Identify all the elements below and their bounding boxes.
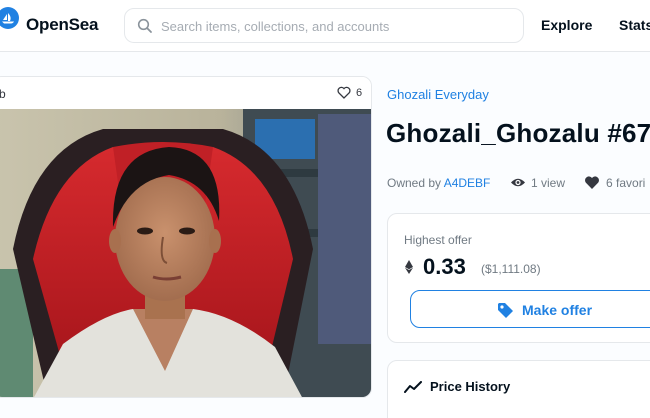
nav-explore[interactable]: Explore	[541, 17, 592, 33]
item-title: Ghozali_Ghozalu #679	[386, 118, 650, 148]
ethereum-icon	[405, 260, 413, 274]
offer-usd: ($1,111.08)	[481, 262, 541, 276]
price-history-panel[interactable]: Price History	[387, 360, 650, 418]
favorite-heart-icon[interactable]	[337, 86, 351, 99]
search-bar[interactable]: Search items, collections, and accounts	[124, 8, 524, 43]
make-offer-label: Make offer	[522, 302, 593, 318]
trend-line-icon	[404, 381, 422, 393]
nft-image	[0, 109, 371, 397]
brand-name[interactable]: OpenSea	[26, 15, 98, 35]
owner-link[interactable]: A4DEBF	[444, 176, 491, 190]
tag-icon	[498, 303, 513, 318]
collection-link[interactable]: Ghozali Everyday	[387, 87, 489, 102]
eye-icon	[511, 178, 525, 187]
media-card-header: b 6	[0, 77, 371, 109]
highest-offer-label: Highest offer	[404, 233, 472, 247]
offer-panel: Highest offer 0.33 ($1,111.08) Make offe…	[387, 213, 650, 343]
price-history-label: Price History	[430, 379, 511, 394]
owned-by-label: Owned by	[387, 176, 442, 190]
favorites-count: 6 favori	[606, 176, 646, 190]
chain-icon: b	[0, 87, 6, 101]
view-count: 1 view	[531, 176, 566, 190]
heart-icon	[585, 176, 599, 189]
page: OpenSea Search items, collections, and a…	[0, 0, 650, 418]
search-icon	[137, 18, 152, 33]
owner-line: Owned by A4DEBF	[387, 176, 490, 190]
opensea-logo-icon[interactable]	[0, 7, 19, 29]
nav-stats[interactable]: Stats	[619, 17, 650, 33]
top-nav: OpenSea Search items, collections, and a…	[0, 0, 650, 52]
favorite-count: 6	[356, 87, 363, 99]
nft-media-card: b 6	[0, 76, 372, 398]
offer-price: 0.33	[423, 254, 466, 279]
make-offer-button[interactable]: Make offer	[410, 290, 650, 328]
search-placeholder: Search items, collections, and accounts	[161, 19, 390, 34]
